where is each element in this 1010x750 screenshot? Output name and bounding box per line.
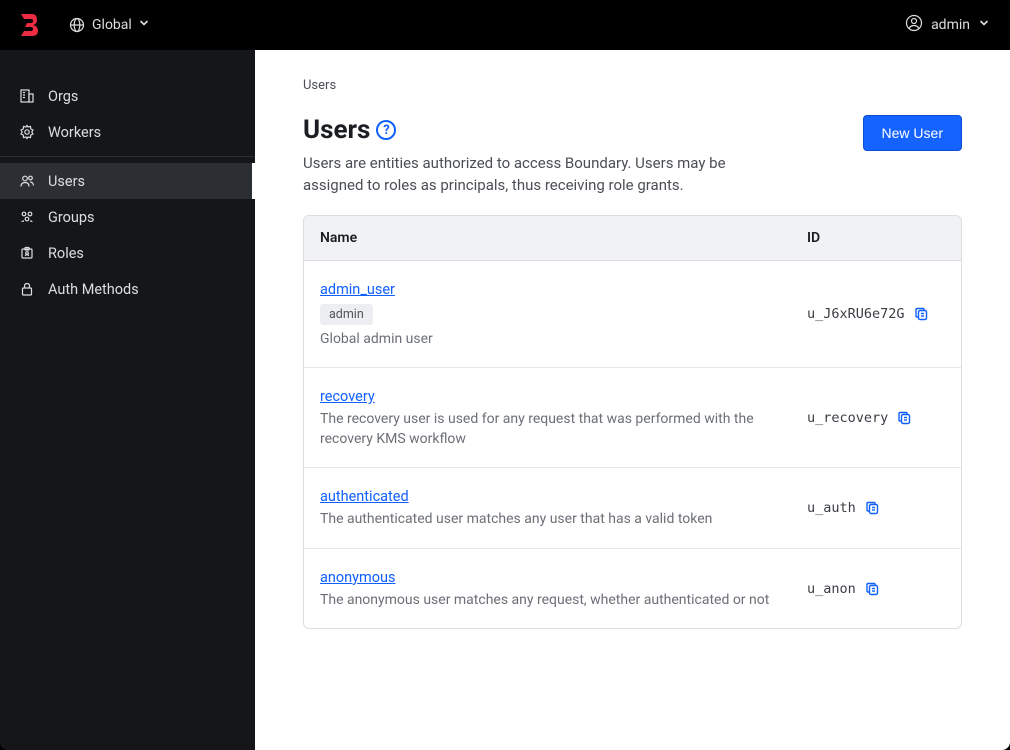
scope-label: Global — [92, 17, 132, 33]
user-name-link[interactable]: authenticated — [320, 488, 409, 505]
topbar: Global admin — [0, 0, 1010, 50]
chevron-down-icon — [978, 17, 990, 33]
boundary-logo[interactable] — [16, 11, 44, 39]
page-header: Users ? Users are entities authorized to… — [303, 115, 962, 197]
table-row: admin_useradmin Global admin user u_J6xRU6… — [304, 261, 961, 369]
cell-id: u_anon — [791, 549, 961, 629]
user-description: The authenticated user matches any user … — [320, 510, 775, 530]
chevron-down-icon — [138, 17, 150, 33]
page-title-row: Users ? — [303, 115, 773, 145]
sidebar-item-users[interactable]: Users — [0, 163, 255, 199]
roles-icon — [18, 244, 36, 262]
page-title: Users — [303, 115, 370, 145]
user-label: admin — [931, 17, 970, 33]
main-area: Orgs Workers — [0, 50, 1010, 750]
sidebar: Orgs Workers — [0, 50, 255, 750]
user-circle-icon — [905, 14, 923, 36]
user-dropdown[interactable]: admin — [905, 14, 990, 36]
new-user-button[interactable]: New User — [863, 115, 962, 151]
org-icon — [18, 87, 36, 105]
nav-section-top: Orgs Workers — [0, 78, 255, 150]
user-id: u_auth — [807, 500, 856, 516]
cell-name: admin_useradmin Global admin user — [304, 261, 791, 369]
table-header: Name ID — [304, 216, 961, 261]
user-id: u_recovery — [807, 410, 888, 426]
cell-id: u_recovery — [791, 368, 961, 468]
column-name: Name — [304, 216, 791, 261]
copy-icon[interactable] — [896, 409, 914, 427]
sidebar-item-label: Orgs — [48, 88, 78, 105]
user-id: u_J6xRU6e72G — [807, 306, 905, 322]
cell-name: authenticated The authenticated user matc… — [304, 468, 791, 549]
id-cell: u_recovery — [807, 409, 945, 427]
users-table: Name ID admin_useradmin Global admin user… — [303, 215, 962, 630]
sidebar-item-label: Users — [48, 173, 85, 190]
page-header-left: Users ? Users are entities authorized to… — [303, 115, 773, 197]
workers-icon — [18, 123, 36, 141]
topbar-left: Global — [16, 11, 150, 39]
user-badge: admin — [320, 304, 373, 325]
table-row: recovery The recovery user is used for an… — [304, 368, 961, 468]
groups-icon — [18, 208, 36, 226]
globe-icon — [68, 16, 86, 34]
help-icon[interactable]: ? — [376, 120, 396, 140]
boundary-logo-icon — [18, 12, 42, 38]
user-id: u_anon — [807, 581, 856, 597]
copy-icon[interactable] — [913, 305, 931, 323]
cell-id: u_J6xRU6e72G — [791, 261, 961, 369]
user-name-link[interactable]: recovery — [320, 388, 375, 405]
cell-id: u_auth — [791, 468, 961, 549]
nav-divider — [0, 156, 255, 157]
user-description: The anonymous user matches any request, … — [320, 591, 775, 611]
sidebar-item-label: Workers — [48, 124, 101, 141]
id-cell: u_auth — [807, 499, 945, 517]
cell-name: anonymous The anonymous user matches any … — [304, 549, 791, 629]
lock-icon — [18, 280, 36, 298]
sidebar-item-roles[interactable]: Roles — [0, 235, 255, 271]
breadcrumb: Users — [303, 78, 962, 93]
user-name-link[interactable]: admin_user — [320, 281, 395, 298]
cell-name: recovery The recovery user is used for an… — [304, 368, 791, 468]
users-icon — [18, 172, 36, 190]
user-description: Global admin user — [320, 330, 775, 350]
app-root: Global admin — [0, 0, 1010, 750]
sidebar-item-label: Auth Methods — [48, 281, 139, 298]
user-name-link[interactable]: anonymous — [320, 569, 396, 586]
sidebar-item-groups[interactable]: Groups — [0, 199, 255, 235]
scope-selector[interactable]: Global — [68, 16, 150, 34]
id-cell: u_anon — [807, 580, 945, 598]
sidebar-item-label: Roles — [48, 245, 84, 262]
id-cell: u_J6xRU6e72G — [807, 305, 945, 323]
nav-section-iam: Users Groups — [0, 163, 255, 307]
sidebar-item-label: Groups — [48, 209, 95, 226]
content: Users Users ? Users are entities authori… — [255, 50, 1010, 750]
page-description: Users are entities authorized to access … — [303, 153, 773, 197]
column-id: ID — [791, 216, 961, 261]
sidebar-item-workers[interactable]: Workers — [0, 114, 255, 150]
sidebar-item-orgs[interactable]: Orgs — [0, 78, 255, 114]
sidebar-item-auth-methods[interactable]: Auth Methods — [0, 271, 255, 307]
user-description: The recovery user is used for any reques… — [320, 410, 775, 449]
table-row: authenticated The authenticated user matc… — [304, 468, 961, 549]
copy-icon[interactable] — [864, 580, 882, 598]
copy-icon[interactable] — [864, 499, 882, 517]
table-row: anonymous The anonymous user matches any … — [304, 549, 961, 629]
